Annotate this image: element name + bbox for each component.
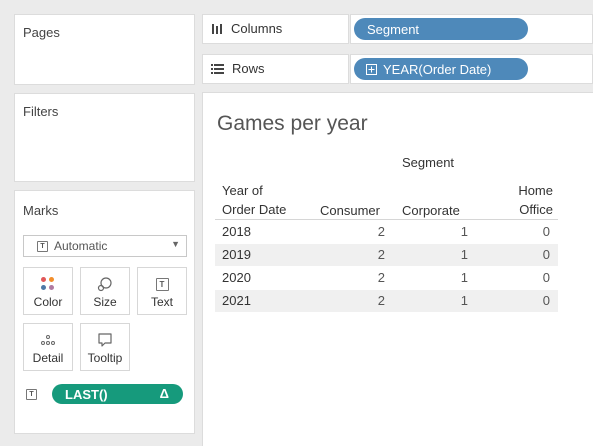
cell-home-office: 0 <box>542 270 550 285</box>
view-title: Games per year <box>217 112 368 135</box>
mark-type-value: Automatic <box>54 239 108 253</box>
tooltip-icon <box>98 333 112 347</box>
rows-icon <box>211 63 224 74</box>
tooltip-label: Tooltip <box>87 351 123 365</box>
text-button[interactable]: T Text <box>137 267 187 315</box>
cell-corporate: 1 <box>460 247 468 262</box>
year-order-date-pill[interactable]: YEAR(Order Date) <box>354 58 528 80</box>
text-mark-icon: T <box>37 240 48 252</box>
filters-title: Filters <box>23 104 59 119</box>
table-row[interactable]: 2018 2 1 0 <box>215 221 558 243</box>
segment-pill-label: Segment <box>367 21 420 37</box>
col-header-home-office: Home Office <box>518 183 553 217</box>
cell-consumer: 2 <box>377 270 385 285</box>
columns-shelf-label: Columns <box>202 14 349 44</box>
cell-consumer: 2 <box>377 224 385 239</box>
row-header-year: Year of Order Date <box>222 183 287 217</box>
rows-shelf-label: Rows <box>202 54 349 84</box>
size-icon <box>97 277 112 292</box>
segment-pill[interactable]: Segment <box>354 18 528 40</box>
row-year: 2020 <box>222 270 251 285</box>
detail-button[interactable]: Detail <box>23 323 73 371</box>
cell-corporate: 1 <box>460 293 468 308</box>
row-year: 2018 <box>222 224 251 239</box>
columns-shelf[interactable]: Segment <box>350 14 593 44</box>
filters-card[interactable]: Filters <box>14 93 195 182</box>
cell-corporate: 1 <box>460 270 468 285</box>
year-pill-label: YEAR(Order Date) <box>383 61 492 77</box>
cell-consumer: 2 <box>377 247 385 262</box>
segment-header: Segment <box>402 155 455 170</box>
cell-home-office: 0 <box>542 293 550 308</box>
cell-home-office: 0 <box>542 224 550 239</box>
rows-shelf[interactable]: YEAR(Order Date) <box>350 54 593 84</box>
row-year: 2021 <box>222 293 251 308</box>
cell-home-office: 0 <box>542 247 550 262</box>
color-button[interactable]: Color <box>23 267 73 315</box>
rows-label: Rows <box>232 61 265 76</box>
col-header-corporate: Corporate <box>402 203 460 218</box>
tooltip-button[interactable]: Tooltip <box>80 323 130 371</box>
chevron-down-icon: ▼ <box>171 239 180 249</box>
header-divider <box>215 219 558 220</box>
size-label: Size <box>93 295 117 309</box>
last-pill-label: LAST() <box>65 386 108 402</box>
expand-plus-icon[interactable] <box>366 63 377 75</box>
detail-icon <box>41 335 55 345</box>
color-dots-icon <box>41 277 55 291</box>
pages-card[interactable]: Pages <box>14 14 195 85</box>
marks-card: Marks T Automatic ▼ Color Size T Text De… <box>14 190 195 434</box>
table-row[interactable]: 2019 2 1 0 <box>215 244 558 266</box>
columns-label: Columns <box>231 21 283 36</box>
text-icon: T <box>155 277 169 291</box>
columns-icon <box>212 23 222 34</box>
marks-title: Marks <box>23 203 59 218</box>
cell-corporate: 1 <box>460 224 468 239</box>
size-button[interactable]: Size <box>80 267 130 315</box>
cell-consumer: 2 <box>377 293 385 308</box>
table-row[interactable]: 2020 2 1 0 <box>215 267 558 289</box>
col-header-consumer: Consumer <box>320 203 380 218</box>
color-label: Color <box>33 295 63 309</box>
delta-icon: Δ <box>159 386 169 401</box>
view-canvas[interactable]: Games per year Segment Year of Order Dat… <box>202 92 593 446</box>
text-field-icon: T <box>26 389 37 400</box>
table-row[interactable]: 2021 2 1 0 <box>215 290 558 312</box>
row-year: 2019 <box>222 247 251 262</box>
pages-title: Pages <box>23 25 60 40</box>
mark-type-dropdown[interactable]: T Automatic ▼ <box>23 235 187 257</box>
text-label: Text <box>150 295 173 309</box>
detail-label: Detail <box>32 351 64 365</box>
last-field-pill[interactable]: LAST() Δ <box>52 384 183 404</box>
